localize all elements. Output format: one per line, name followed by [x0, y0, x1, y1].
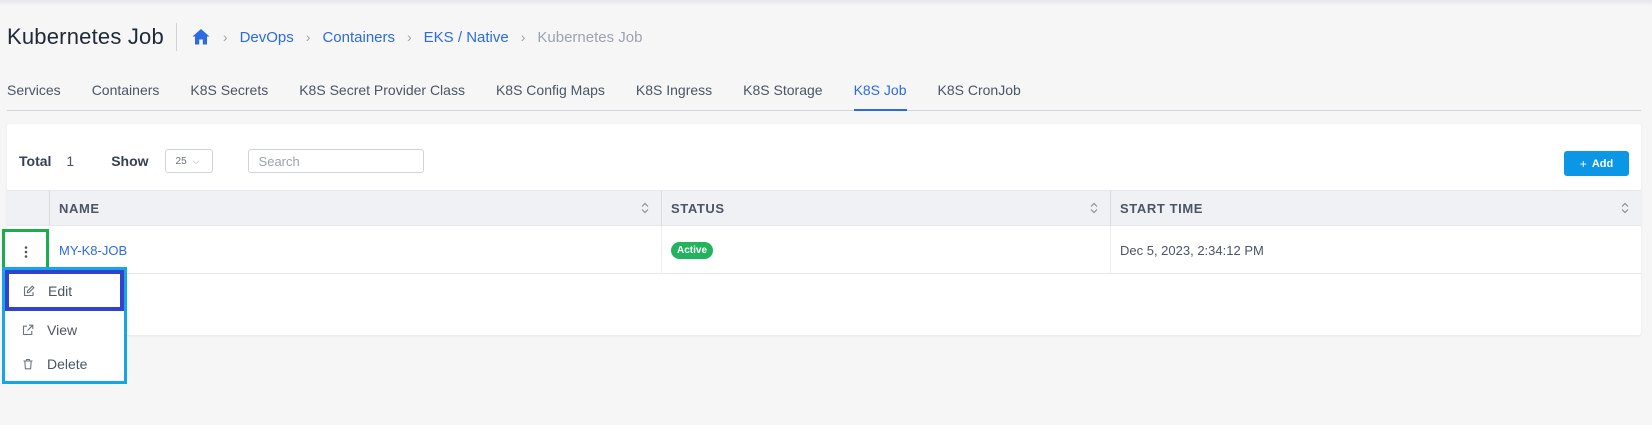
breadcrumb-separator-icon: › [222, 29, 228, 45]
chevron-down-icon: ⌵ [192, 155, 200, 166]
breadcrumb-eks-native[interactable]: EKS / Native [424, 29, 509, 46]
show-label: Show [111, 153, 149, 169]
menu-item-edit[interactable]: Edit [5, 270, 124, 311]
table-toolbar: Total 1 Show 25 ⌵ [19, 149, 424, 173]
tab-k8s-secret-provider-class[interactable]: K8S Secret Provider Class [299, 80, 465, 111]
breadcrumb-separator-icon: › [520, 29, 526, 45]
add-button[interactable]: + Add [1564, 151, 1629, 176]
header-divider [175, 23, 177, 51]
home-icon[interactable] [191, 27, 211, 47]
column-header-start-time[interactable]: START TIME [1110, 191, 1641, 226]
trash-icon [23, 358, 33, 369]
column-header-status[interactable]: STATUS [661, 191, 1110, 226]
search-input[interactable] [247, 149, 424, 173]
edit-icon [23, 284, 35, 296]
sort-icon [1090, 202, 1098, 214]
menu-item-delete-label: Delete [47, 355, 88, 372]
total-label: Total [19, 153, 52, 169]
breadcrumb-separator-icon: › [407, 29, 412, 45]
menu-item-delete[interactable]: Delete [5, 347, 124, 380]
column-header-start-time-label: START TIME [1120, 201, 1204, 216]
tab-bar: Services Containers K8S Secrets K8S Secr… [7, 80, 1641, 111]
row-actions-menu: Edit View Delete [2, 267, 127, 384]
sort-icon [641, 202, 649, 214]
column-header-name[interactable]: NAME [49, 191, 661, 226]
job-start-time: Dec 5, 2023, 2:34:12 PM [1120, 242, 1264, 258]
table-header: NAME STATUS START TIME [7, 190, 1641, 226]
breadcrumb-separator-icon: › [305, 29, 311, 45]
table-row: MY-K8-JOB Active Dec 5, 2023, 2:34:12 PM [7, 226, 1641, 274]
top-bar-shadow [0, 0, 1652, 6]
tab-k8s-job[interactable]: K8S Job [853, 80, 907, 111]
add-button-label: Add [1591, 157, 1614, 170]
status-badge: Active [671, 241, 714, 259]
job-status-cell: Active [671, 226, 714, 274]
external-link-icon [22, 324, 34, 335]
page-size-select[interactable]: 25 ⌵ [164, 149, 213, 173]
tab-containers[interactable]: Containers [92, 80, 160, 111]
breadcrumb-containers[interactable]: Containers [322, 29, 395, 46]
sort-icon [1621, 202, 1629, 214]
tab-k8s-storage[interactable]: K8S Storage [743, 80, 822, 111]
menu-item-view-label: View [47, 321, 78, 338]
page-title: Kubernetes Job [7, 24, 164, 49]
breadcrumb-current: Kubernetes Job [537, 28, 643, 46]
row-divider [661, 226, 662, 274]
menu-item-view[interactable]: View [5, 313, 124, 346]
tab-k8s-config-maps[interactable]: K8S Config Maps [496, 80, 605, 111]
total-count: 1 [66, 153, 75, 169]
row-divider [1110, 226, 1111, 274]
breadcrumb: › DevOps › Containers › EKS / Native › K… [191, 27, 643, 47]
plus-icon: + [1579, 156, 1587, 171]
tab-k8s-cronjob[interactable]: K8S CronJob [938, 80, 1021, 111]
jobs-card: Total 1 Show 25 ⌵ + Add NAME STATUS STAR… [7, 124, 1641, 335]
column-header-status-label: STATUS [671, 201, 725, 216]
page-size-value: 25 [175, 155, 187, 167]
tab-k8s-ingress[interactable]: K8S Ingress [636, 80, 712, 111]
kebab-menu-icon [24, 246, 27, 258]
page-header: Kubernetes Job › DevOps › Containers › E… [7, 20, 642, 54]
breadcrumb-devops[interactable]: DevOps [240, 29, 294, 46]
column-header-name-label: NAME [59, 201, 100, 216]
tab-services[interactable]: Services [7, 80, 61, 111]
menu-item-edit-label: Edit [48, 282, 73, 299]
tab-k8s-secrets[interactable]: K8S Secrets [190, 80, 268, 111]
job-name-link[interactable]: MY-K8-JOB [59, 243, 127, 258]
